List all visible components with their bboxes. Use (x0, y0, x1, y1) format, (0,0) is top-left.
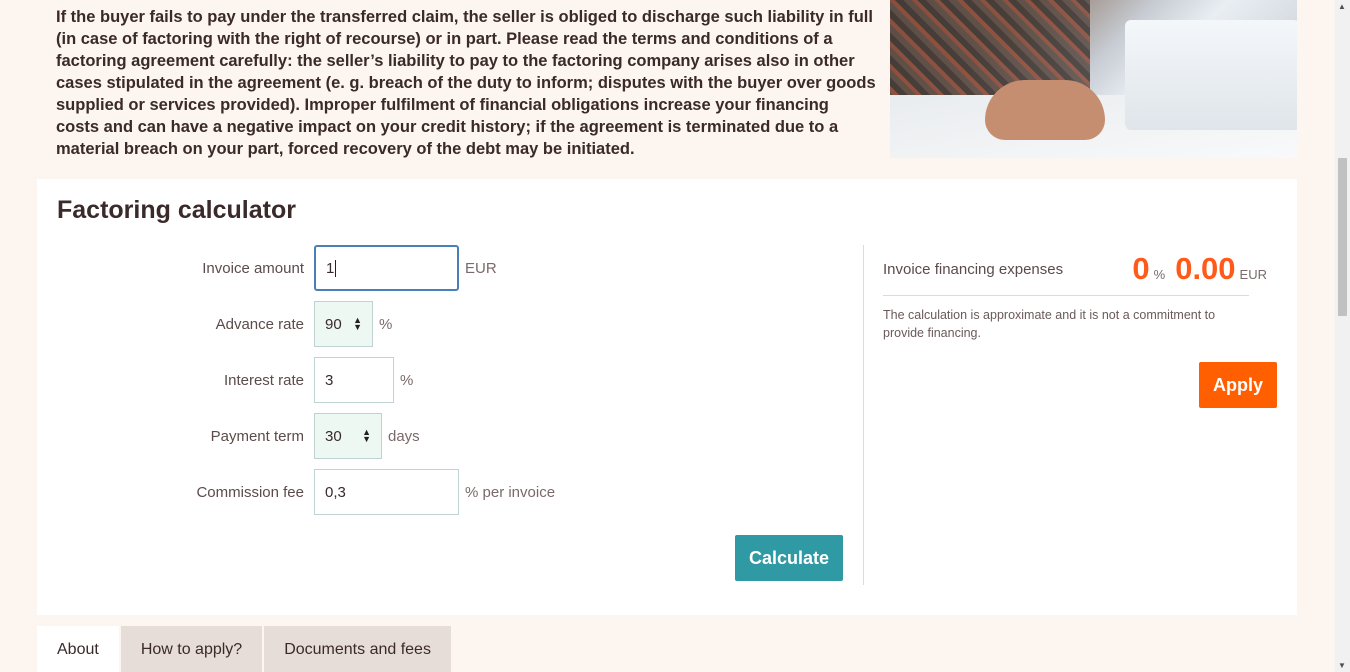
scroll-down-icon[interactable]: ▼ (1338, 661, 1346, 670)
invoice-amount-input[interactable]: 1 (314, 245, 459, 291)
payment-term-unit: days (388, 427, 420, 445)
scroll-up-icon[interactable]: ▲ (1338, 2, 1346, 11)
result-divider (883, 295, 1249, 296)
spinner-arrows-icon: ▲ ▼ (353, 315, 362, 332)
text-cursor (335, 259, 337, 277)
calculator-title: Factoring calculator (57, 196, 296, 224)
result-currency: EUR (1239, 267, 1267, 282)
tab-documents-and-fees[interactable]: Documents and fees (264, 626, 451, 672)
invoice-amount-row: Invoice amount 1 EUR (37, 245, 497, 291)
info-tabs: About How to apply? Documents and fees (37, 626, 451, 672)
result-percent: 0 (1132, 251, 1150, 286)
page-scrollbar[interactable]: ▲ ▼ (1335, 0, 1350, 672)
spinner-arrows-icon: ▲ ▼ (362, 427, 371, 444)
interest-rate-label: Interest rate (223, 371, 304, 389)
apply-button[interactable]: Apply (1199, 362, 1277, 408)
tab-how-to-apply[interactable]: How to apply? (120, 626, 263, 672)
tab-about[interactable]: About (37, 626, 119, 672)
advance-rate-unit: % (379, 315, 393, 333)
factoring-calculator: Factoring calculator Invoice amount 1 EU… (37, 179, 1297, 615)
disclaimer-note: The calculation is approximate and it is… (883, 308, 1216, 340)
header-photo (890, 0, 1297, 158)
financing-expenses-result: 0 % 0.00 EUR (1132, 251, 1267, 287)
column-divider (863, 245, 864, 585)
advance-rate-select[interactable]: 90 ▲ ▼ (314, 301, 373, 347)
payment-term-select[interactable]: 30 ▲ ▼ (314, 413, 382, 459)
commission-fee-label: Commission fee (196, 483, 304, 501)
interest-rate-unit: % (400, 371, 414, 389)
intro-paragraph: If the buyer fails to pay under the tran… (56, 8, 876, 158)
advance-rate-row: Advance rate 90 ▲ ▼ % (37, 301, 392, 347)
commission-fee-input[interactable]: 0,3 (314, 469, 459, 515)
interest-rate-row: Interest rate 3 % (37, 357, 413, 403)
result-percent-unit: % (1153, 267, 1166, 282)
commission-fee-unit: % per invoice (465, 483, 556, 501)
result-amount: 0.00 (1175, 251, 1236, 286)
scrollbar-thumb[interactable] (1338, 158, 1347, 316)
interest-rate-input[interactable]: 3 (314, 357, 394, 403)
calculate-button[interactable]: Calculate (735, 535, 843, 581)
invoice-amount-unit: EUR (465, 259, 497, 277)
financing-expenses-label: Invoice financing expenses (883, 261, 1064, 278)
advance-rate-label: Advance rate (215, 315, 304, 333)
payment-term-row: Payment term 30 ▲ ▼ days (37, 413, 420, 459)
commission-fee-row: Commission fee 0,3 % per invoice (37, 469, 555, 515)
payment-term-label: Payment term (210, 427, 304, 445)
invoice-amount-label: Invoice amount (202, 259, 304, 277)
